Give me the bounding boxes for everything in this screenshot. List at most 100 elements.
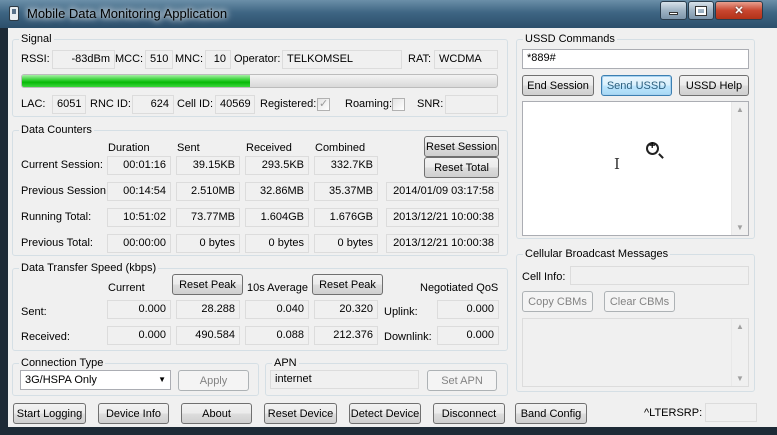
counter-date: 2013/12/21 10:00:38 — [386, 208, 499, 227]
zoom-cursor-icon — [646, 140, 659, 155]
lac-value: 6051 — [52, 95, 86, 114]
reset-total-button[interactable]: Reset Total — [424, 157, 499, 178]
counter-row-label: Running Total: — [21, 211, 92, 223]
sent-speed-label: Sent: — [21, 306, 47, 318]
roaming-label: Roaming: — [345, 98, 393, 110]
rat-value: WCDMA — [434, 50, 498, 69]
speed-group-title: Data Transfer Speed (kbps) — [19, 262, 159, 274]
connection-type-select[interactable]: 3G/HSPA Only ▼ — [20, 370, 171, 390]
counter-sent: 39.15KB — [176, 156, 240, 175]
send-ussd-button[interactable]: Send USSD — [601, 75, 672, 96]
reset-peak-button[interactable]: Reset Peak — [172, 274, 243, 295]
ussd-response-area[interactable]: ▲ ▼ — [522, 101, 749, 236]
rat-label: RAT: — [408, 53, 432, 65]
counter-duration: 00:14:54 — [107, 182, 171, 201]
band-config-button[interactable]: Band Config — [515, 403, 587, 424]
lterssrp-label: ^LTERSRP: — [644, 407, 703, 419]
counter-sent: 0 bytes — [176, 234, 240, 253]
counter-received: 0 bytes — [245, 234, 309, 253]
maximize-icon — [695, 5, 707, 16]
end-session-button[interactable]: End Session — [522, 75, 594, 96]
sent-average: 0.040 — [245, 300, 309, 319]
qos-header: Negotiated QoS — [420, 282, 499, 294]
current-header: Current — [108, 282, 145, 294]
average-header: 10s Average — [247, 282, 308, 294]
dropdown-arrow-icon: ▼ — [158, 375, 166, 384]
operator-label: Operator: — [234, 53, 281, 65]
title-bar: Mobile Data Monitoring Application ✕ — [0, 0, 777, 28]
counter-sent: 2.510MB — [176, 182, 240, 201]
counter-date: 2014/01/09 03:17:58 — [386, 182, 499, 201]
cbm-group-title: Cellular Broadcast Messages — [523, 248, 671, 260]
roaming-checkbox[interactable] — [392, 98, 405, 111]
device-info-button[interactable]: Device Info — [98, 403, 169, 424]
app-icon — [9, 6, 19, 21]
cell-id-label: Cell ID: — [177, 98, 214, 110]
reset-device-button[interactable]: Reset Device — [264, 403, 337, 424]
received-average: 0.088 — [245, 326, 309, 345]
ussd-input[interactable]: *889# — [522, 49, 749, 69]
ussd-scrollbar[interactable]: ▲ ▼ — [731, 102, 748, 235]
disconnect-button[interactable]: Disconnect — [433, 403, 505, 424]
counter-received: 32.86MB — [245, 182, 309, 201]
rssi-label: RSSI: — [21, 53, 50, 65]
snr-label: SNR: — [417, 98, 444, 110]
counter-combined: 332.7KB — [314, 156, 378, 175]
counter-combined: 35.37MB — [314, 182, 378, 201]
maximize-button[interactable] — [688, 1, 714, 20]
check-icon: ✓ — [319, 98, 329, 110]
reset-session-button[interactable]: Reset Session — [424, 136, 499, 157]
sent-average-peak: 20.320 — [314, 300, 378, 319]
copy-cbms-button[interactable]: Copy CBMs — [522, 291, 593, 312]
apn-field[interactable]: internet — [270, 370, 419, 389]
sent-current: 0.000 — [107, 300, 171, 319]
about-button[interactable]: About — [181, 403, 252, 424]
mcc-value: 510 — [145, 50, 173, 69]
scroll-up-icon[interactable]: ▲ — [736, 322, 744, 331]
close-icon: ✕ — [734, 5, 744, 17]
counter-row-label: Previous Total: — [21, 237, 93, 249]
counter-duration: 00:00:00 — [107, 234, 171, 253]
cell-info-label: Cell Info: — [522, 271, 566, 283]
counter-row-label: Current Session: — [21, 159, 103, 171]
clear-cbms-button[interactable]: Clear CBMs — [604, 291, 675, 312]
downlink-label: Downlink: — [384, 331, 432, 343]
start-logging-button[interactable]: Start Logging — [13, 403, 86, 424]
ussd-group-title: USSD Commands — [523, 33, 617, 45]
ussd-help-button[interactable]: USSD Help — [679, 75, 749, 96]
rssi-value: -83dBm — [52, 50, 115, 69]
received-average-peak: 212.376 — [314, 326, 378, 345]
rnc-value: 624 — [132, 95, 174, 114]
close-button[interactable]: ✕ — [715, 1, 763, 20]
registered-checkbox[interactable]: ✓ — [317, 98, 330, 111]
combined-header: Combined — [315, 142, 366, 154]
connection-type-value: 3G/HSPA Only — [25, 374, 97, 386]
downlink-value: 0.000 — [437, 326, 499, 345]
main-window: Signal RSSI: -83dBm MCC: 510 MNC: 10 Ope… — [0, 28, 777, 435]
scroll-up-icon[interactable]: ▲ — [736, 105, 744, 114]
signal-strength-fill — [22, 75, 250, 87]
minimize-button[interactable] — [660, 1, 687, 20]
sent-peak: 28.288 — [176, 300, 240, 319]
data-counters-title: Data Counters — [19, 124, 94, 136]
detect-device-button[interactable]: Detect Device — [349, 403, 421, 424]
signal-strength-bar — [21, 74, 498, 88]
sent-header: Sent — [177, 142, 200, 154]
cbm-message-area[interactable]: ▲ ▼ — [522, 318, 749, 387]
counter-combined: 0 bytes — [314, 234, 378, 253]
received-current: 0.000 — [107, 326, 171, 345]
counter-received: 1.604GB — [245, 208, 309, 227]
set-apn-button[interactable]: Set APN — [427, 370, 497, 391]
counter-received: 293.5KB — [245, 156, 309, 175]
apply-button[interactable]: Apply — [178, 370, 249, 391]
counter-duration: 10:51:02 — [107, 208, 171, 227]
reset-avg-peak-button[interactable]: Reset Peak — [312, 274, 383, 295]
counter-duration: 00:01:16 — [107, 156, 171, 175]
scroll-down-icon[interactable]: ▼ — [736, 223, 744, 232]
minimize-icon — [669, 12, 678, 15]
mnc-value: 10 — [205, 50, 231, 69]
operator-value: TELKOMSEL — [282, 50, 402, 69]
scroll-down-icon[interactable]: ▼ — [736, 374, 744, 383]
cbm-scrollbar[interactable]: ▲ ▼ — [731, 319, 748, 386]
duration-header: Duration — [108, 142, 150, 154]
